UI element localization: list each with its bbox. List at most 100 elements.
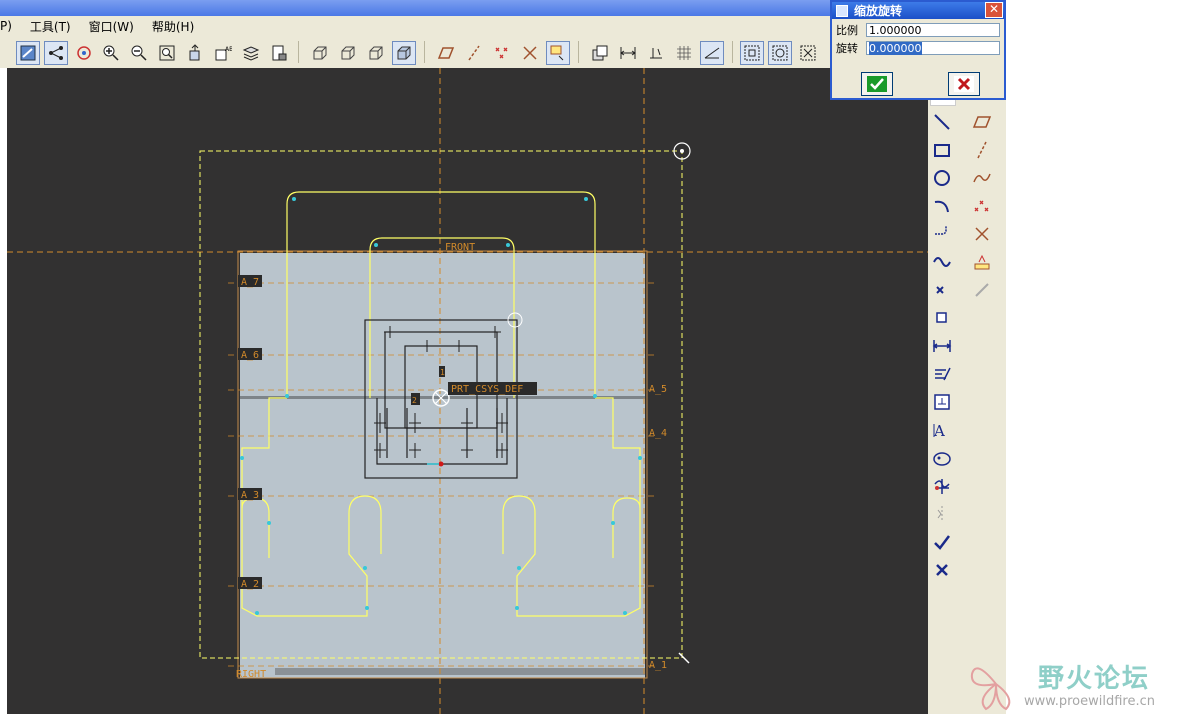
dim-label-1: 1: [440, 368, 445, 377]
section-icon[interactable]: [588, 41, 612, 65]
csys-point-icon[interactable]: [970, 222, 994, 246]
toolbar-separator: [578, 41, 579, 63]
wireframe-icon[interactable]: [308, 41, 332, 65]
a6-label: A_6: [241, 350, 259, 361]
dynamic-trim-icon[interactable]: [970, 278, 994, 302]
svg-text:AB: AB: [225, 46, 232, 53]
deselect-icon[interactable]: [796, 41, 820, 65]
toolbar-separator: [298, 41, 299, 63]
a3-label: A_3: [241, 490, 259, 501]
cancel-button[interactable]: [948, 72, 980, 96]
divide-icon[interactable]: [930, 474, 954, 498]
sketcher-toolbar: A: [928, 96, 1006, 714]
palette-icon[interactable]: [970, 250, 994, 274]
done-checkmark-icon[interactable]: [930, 530, 954, 554]
centerline-icon[interactable]: [970, 138, 994, 162]
menu-bar: P) 工具(T) 窗口(W) 帮助(H): [0, 16, 830, 36]
saved-view-icon[interactable]: [183, 41, 207, 65]
a1-label: A_1: [649, 660, 667, 671]
fillet-icon[interactable]: [930, 222, 954, 246]
part-bottom-edge: [275, 668, 645, 675]
scale-rotate-dialog: 缩放旋转 ✕ 比例 1.000000 旋转 0.000000: [830, 0, 1006, 100]
right-label: RIGHT: [236, 669, 266, 680]
menu-item-help[interactable]: 帮助(H): [152, 18, 194, 35]
main-toolbar: AB: [0, 36, 830, 69]
sketcher-display-icon[interactable]: [546, 41, 570, 65]
svg-text:A: A: [933, 422, 945, 440]
front-label: FRONT: [445, 242, 475, 253]
shaded-icon[interactable]: [392, 41, 416, 65]
select-all-icon[interactable]: [768, 41, 792, 65]
arc-icon[interactable]: [930, 194, 954, 218]
dimension-display-icon[interactable]: [616, 41, 640, 65]
dialog-title: 缩放旋转: [854, 4, 903, 18]
repaint-icon[interactable]: [16, 41, 40, 65]
datum-point-icon[interactable]: [490, 41, 514, 65]
a5-label: A_5: [649, 384, 667, 395]
model-tree-icon[interactable]: [267, 41, 291, 65]
watermark-url: www.proewildfire.cn: [1024, 694, 1155, 709]
zoom-out-icon[interactable]: [127, 41, 151, 65]
window-title-bar: [0, 0, 830, 16]
zoom-in-icon[interactable]: [99, 41, 123, 65]
watermark-title: 野火论坛: [1038, 664, 1151, 694]
scale-label: 比例: [836, 24, 858, 37]
menu-item-window[interactable]: 窗口(W): [89, 18, 134, 35]
scale-handle[interactable]: [678, 652, 690, 664]
datum-display-icon[interactable]: [44, 41, 68, 65]
hidden-line-icon[interactable]: [336, 41, 360, 65]
parallelogram-icon[interactable]: [970, 110, 994, 134]
rotate-input[interactable]: 0.000000: [866, 41, 1000, 55]
a2-label: A_2: [241, 579, 259, 590]
menu-item-partial[interactable]: P): [0, 19, 12, 33]
left-frame: [0, 68, 7, 721]
line-icon[interactable]: [930, 110, 954, 134]
rectangle-icon[interactable]: [930, 138, 954, 162]
dialog-app-icon: [836, 4, 848, 17]
text-icon[interactable]: A: [930, 418, 954, 442]
trim-icon[interactable]: [930, 250, 954, 274]
constraint-icon[interactable]: [930, 390, 954, 414]
bottom-frame: [0, 714, 930, 721]
toolbar-separator: [732, 41, 733, 63]
spline-icon[interactable]: [970, 166, 994, 190]
menu-item-tools[interactable]: 工具(T): [30, 18, 71, 35]
rotate-input-value: 0.000000: [869, 42, 922, 55]
dim-label-2: 2: [412, 396, 417, 405]
mirror-icon[interactable]: [930, 502, 954, 526]
chamfer-icon[interactable]: [930, 278, 954, 302]
circle-icon[interactable]: [930, 166, 954, 190]
offset-icon[interactable]: [930, 306, 954, 330]
x-icon: [954, 76, 974, 92]
checkmark-icon: [867, 76, 887, 92]
no-hidden-icon[interactable]: [364, 41, 388, 65]
close-icon[interactable]: ✕: [985, 2, 1003, 18]
grid-display-icon[interactable]: [672, 41, 696, 65]
quit-x-icon[interactable]: [930, 558, 954, 582]
spin-center-icon[interactable]: [72, 41, 96, 65]
modify-icon[interactable]: [930, 362, 954, 386]
ok-button[interactable]: [861, 72, 893, 96]
datum-axis-icon[interactable]: [462, 41, 486, 65]
sketch-canvas[interactable]: FRONT RIGHT A_5 A_4 A_1 A_7 A_6 A_3 A_2 …: [7, 68, 928, 714]
sketch-drawing[interactable]: FRONT RIGHT A_5 A_4 A_1 A_7 A_6 A_3 A_2 …: [7, 68, 928, 714]
refit-icon[interactable]: [155, 41, 179, 65]
a7-label: A_7: [241, 277, 259, 288]
rotate-label: 旋转: [836, 42, 858, 55]
layers-icon[interactable]: [239, 41, 263, 65]
constraint-display-icon[interactable]: [644, 41, 668, 65]
forum-watermark: 野火论坛 www.proewildfire.cn: [966, 654, 1171, 714]
scale-input[interactable]: 1.000000: [866, 23, 1000, 37]
dialog-title-bar: 缩放旋转 ✕: [832, 2, 1004, 19]
view-manager-icon[interactable]: AB: [211, 41, 235, 65]
vertex-display-icon[interactable]: [700, 41, 724, 65]
datum-plane-icon[interactable]: [434, 41, 458, 65]
dimension-icon[interactable]: [930, 334, 954, 358]
toolbar-separator: [424, 41, 425, 63]
a4-label: A_4: [649, 428, 667, 439]
points-icon[interactable]: [970, 194, 994, 218]
butterfly-logo-icon: [970, 667, 1011, 711]
palette-shape-icon[interactable]: [930, 446, 954, 470]
csys-icon[interactable]: [518, 41, 542, 65]
sketch-orient-icon[interactable]: [740, 41, 764, 65]
